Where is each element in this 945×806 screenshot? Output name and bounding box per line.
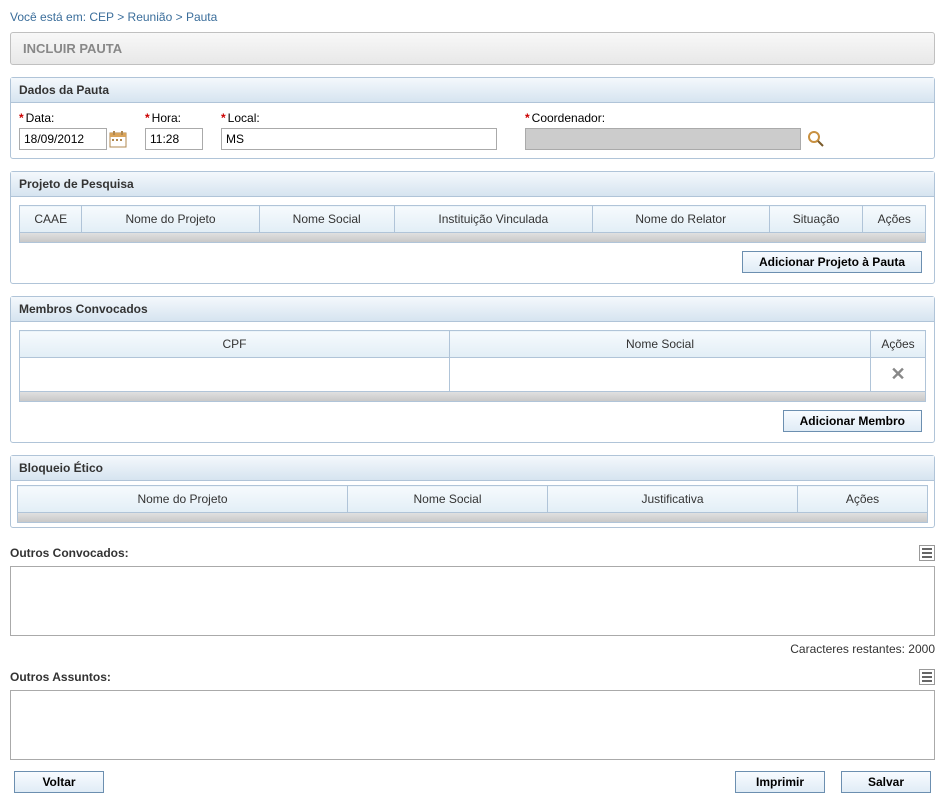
label-outros-convocados: Outros Convocados:: [10, 544, 129, 562]
panel-bloqueio: Bloqueio Ético Nome do Projeto Nome Soci…: [10, 455, 935, 528]
panel-header-dados: Dados da Pauta: [11, 78, 934, 103]
panel-header-membros: Membros Convocados: [11, 297, 934, 322]
outros-convocados-textarea[interactable]: [10, 566, 935, 636]
section-outros-convocados: Outros Convocados: Caracteres restantes:…: [10, 540, 935, 664]
menu-icon[interactable]: [919, 669, 935, 685]
panel-projeto-pesquisa: Projeto de Pesquisa CAAE Nome do Projeto…: [10, 171, 935, 284]
panel-dados-pauta: Dados da Pauta *Data: *Hora:: [10, 77, 935, 159]
panel-membros: Membros Convocados CPF Nome Social Ações…: [10, 296, 935, 443]
breadcrumb-p1[interactable]: CEP: [89, 10, 113, 24]
add-projeto-button[interactable]: Adicionar Projeto à Pauta: [742, 251, 922, 273]
col-acoes: Ações: [863, 206, 926, 233]
search-icon[interactable]: [807, 130, 825, 148]
label-data: Data:: [26, 111, 55, 125]
col-caae: CAAE: [20, 206, 82, 233]
menu-icon[interactable]: [919, 545, 935, 561]
breadcrumb-p3[interactable]: Pauta: [186, 10, 217, 24]
coordenador-input: [525, 128, 801, 150]
panel-header-projeto: Projeto de Pesquisa: [11, 172, 934, 197]
hora-input[interactable]: [145, 128, 203, 150]
panel-header-bloqueio: Bloqueio Ético: [11, 456, 934, 481]
col-relator: Nome do Relator: [592, 206, 769, 233]
label-outros-assuntos: Outros Assuntos:: [10, 668, 111, 686]
grid-footer: [19, 233, 926, 243]
breadcrumb-p2[interactable]: Reunião: [128, 10, 173, 24]
section-outros-assuntos: Outros Assuntos:: [10, 664, 935, 763]
col-acoes-b: Ações: [798, 486, 928, 513]
col-nome-social-m: Nome Social: [450, 331, 871, 358]
grid-footer: [19, 392, 926, 402]
breadcrumb: Você está em: CEP > Reunião > Pauta: [10, 5, 935, 32]
outros-assuntos-textarea[interactable]: [10, 690, 935, 760]
col-instituicao: Instituição Vinculada: [394, 206, 592, 233]
grid-membros: CPF Nome Social Ações ✕: [19, 330, 926, 392]
grid-footer: [17, 513, 928, 523]
col-nome-projeto-b: Nome do Projeto: [18, 486, 348, 513]
page-title: INCLUIR PAUTA: [10, 32, 935, 65]
col-justificativa: Justificativa: [548, 486, 798, 513]
label-local: Local:: [228, 111, 260, 125]
grid-bloqueio: Nome do Projeto Nome Social Justificativ…: [17, 485, 928, 513]
col-situacao: Situação: [769, 206, 863, 233]
grid-projeto: CAAE Nome do Projeto Nome Social Institu…: [19, 205, 926, 233]
bottom-buttons: Voltar Imprimir Salvar: [10, 763, 935, 801]
data-input[interactable]: [19, 128, 107, 150]
col-cpf: CPF: [20, 331, 450, 358]
col-acoes-m: Ações: [871, 331, 926, 358]
voltar-button[interactable]: Voltar: [14, 771, 104, 793]
col-nome-social-b: Nome Social: [348, 486, 548, 513]
col-nome-projeto: Nome do Projeto: [82, 206, 259, 233]
calendar-icon[interactable]: [109, 130, 127, 148]
col-nome-social: Nome Social: [259, 206, 394, 233]
table-row: ✕: [20, 358, 926, 392]
imprimir-button[interactable]: Imprimir: [735, 771, 825, 793]
breadcrumb-prefix: Você está em:: [10, 10, 86, 24]
add-membro-button[interactable]: Adicionar Membro: [783, 410, 922, 432]
local-input[interactable]: [221, 128, 497, 150]
char-count: Caracteres restantes: 2000: [10, 639, 935, 664]
label-hora: Hora:: [152, 111, 181, 125]
salvar-button[interactable]: Salvar: [841, 771, 931, 793]
label-coordenador: Coordenador:: [532, 111, 605, 125]
close-icon[interactable]: ✕: [890, 364, 905, 384]
